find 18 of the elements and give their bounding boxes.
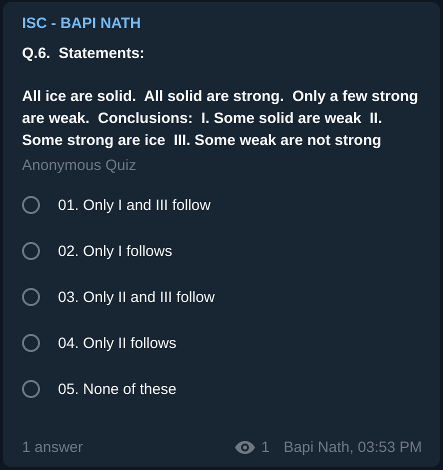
option-label[interactable]: 04. Only II follows [58,334,176,352]
view-count: 1 [261,438,270,456]
option-label[interactable]: 05. None of these [58,380,176,398]
question-text: All ice are solid. All solid are strong. Only a few strong are weak. Conclusions: I. Some solid are weak II. Some strong are ice III. Some weak are not strong [22,87,420,151]
channel-name[interactable]: ISC - BAPI NATH [22,14,422,34]
radio-button[interactable] [22,242,40,260]
answer-count: 1 answer [22,438,83,456]
radio-button[interactable] [22,288,40,306]
option-label[interactable]: 02. Only I follows [58,242,172,260]
question-title: Q.6. Statements: [22,44,146,64]
author-time: Bapi Nath, 03:53 PM [284,438,422,456]
radio-button[interactable] [22,380,40,398]
option-label[interactable]: 01. Only I and III follow [58,196,211,214]
quiz-type: Anonymous Quiz [22,156,138,176]
eye-icon [235,440,256,454]
radio-button[interactable] [22,334,40,352]
radio-button[interactable] [22,196,40,214]
option-label[interactable]: 03. Only II and III follow [58,288,215,306]
